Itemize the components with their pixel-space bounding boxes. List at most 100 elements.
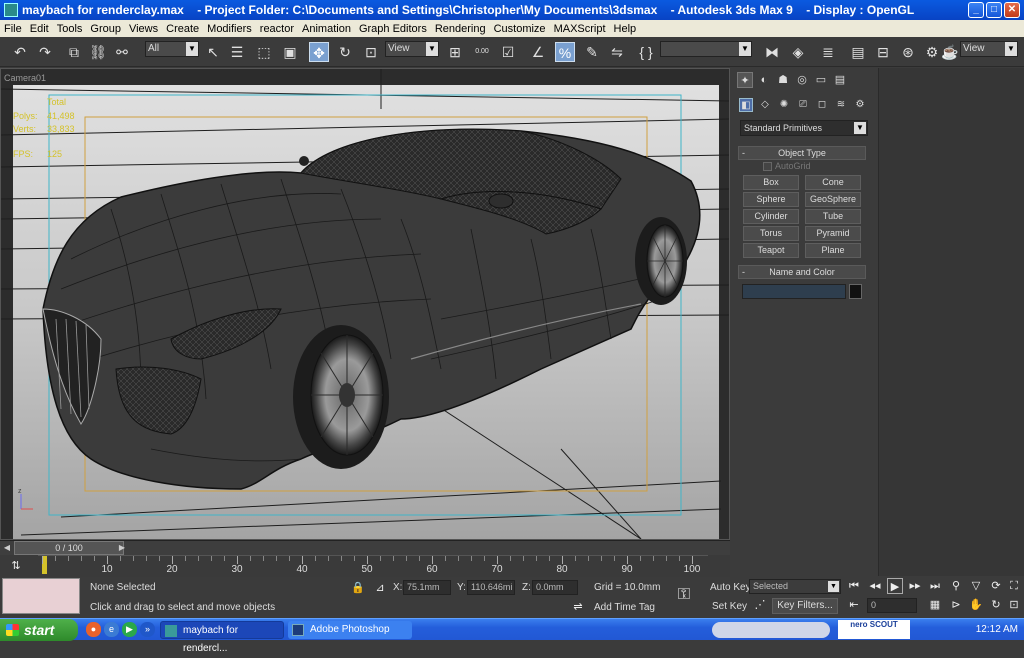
region-icon[interactable]: ⬚ [254,42,274,62]
render-icon[interactable]: ☕ [940,42,960,62]
menu-group[interactable]: Group [86,23,125,35]
show-desktop-icon[interactable]: » [140,622,155,637]
link-icon[interactable]: ⧉ [64,42,84,62]
render-setup-icon[interactable]: ⚙ [922,42,942,62]
taskbar-task-3dsmax[interactable]: maybach for rendercl... [160,621,284,654]
auto-key-button[interactable]: Auto Key [710,581,751,595]
scale-icon[interactable]: ⊡ [361,42,381,62]
menu-modifiers[interactable]: Modifiers [203,23,256,35]
selection-filter[interactable]: All ▼ [145,41,199,57]
spinner-snap-icon[interactable]: 0.00 [472,42,492,62]
go-to-end-icon[interactable]: ⏭ [927,578,943,594]
mirror-icon[interactable]: ⇋ [607,42,627,62]
create-tab-icon[interactable]: ✦ [737,72,753,88]
align-icon[interactable]: { } [636,42,656,62]
min-max-toggle-icon[interactable]: ⊡ [1006,597,1022,613]
next-frame-arrow-icon[interactable]: ▶ [116,541,128,555]
menu-customize[interactable]: Customize [490,23,550,35]
key-icon[interactable]: ⚿ [676,587,692,603]
maximize-button[interactable]: □ [986,2,1002,18]
key-mode-toggle-icon[interactable]: ⇤ [846,597,862,613]
track-bar[interactable]: ⇅ 10 20 30 40 50 60 70 80 90 100 [0,555,730,577]
angle-snap-icon[interactable]: ∠ [528,42,548,62]
cylinder-button[interactable]: Cylinder [743,209,799,224]
go-to-start-icon[interactable]: ⏮ [846,578,862,594]
arc-rotate-icon[interactable]: ↻ [988,597,1004,613]
align-tool-icon[interactable]: ◈ [788,42,808,62]
box-button[interactable]: Box [743,175,799,190]
media-player-icon[interactable]: ▶ [122,622,137,637]
torus-button[interactable]: Torus [743,226,799,241]
media-bar[interactable] [712,622,830,638]
modify-tab-icon[interactable]: ◐ [756,72,772,88]
rotate-icon[interactable]: ↻ [335,42,355,62]
taskbar-task-photoshop[interactable]: Adobe Photoshop [288,621,412,639]
systems-icon[interactable]: ⚙ [853,98,867,112]
menu-tools[interactable]: Tools [53,23,87,35]
current-frame-input[interactable]: 0 [867,598,917,613]
percent-snap-icon[interactable]: % [555,42,575,62]
name-and-color-rollout[interactable]: - Name and Color [738,265,866,279]
pivot-icon[interactable]: ⊞ [445,42,465,62]
maximize-viewport-icon[interactable]: ⛶ [1006,578,1022,594]
tube-button[interactable]: Tube [805,209,861,224]
time-tag-icon[interactable]: ⇌ [570,599,586,615]
lights-icon[interactable]: ✺ [777,98,791,112]
play-icon[interactable]: ▶ [887,578,903,594]
shapes-icon[interactable]: ◇ [758,98,772,112]
absolute-mode-icon[interactable]: ⊿ [372,580,388,596]
internet-explorer-icon[interactable]: e [104,622,119,637]
redo-icon[interactable]: ↷ [35,42,55,62]
category-dropdown[interactable]: Standard Primitives ▼ [740,120,868,136]
reference-coordinate-dropdown[interactable]: View ▼ [385,41,439,57]
layer-icon[interactable]: ≣ [818,42,838,62]
prev-frame-arrow-icon[interactable]: ◀ [1,541,13,555]
camera-viewport[interactable]: z Camera01 Total Polys: 41,498 Verts: 33… [0,68,730,540]
cameras-icon[interactable]: ⎚ [796,98,810,112]
object-name-input[interactable] [742,284,846,299]
teapot-button[interactable]: Teapot [743,243,799,258]
menu-edit[interactable]: Edit [26,23,53,35]
material-icon[interactable]: ⊛ [898,42,918,62]
object-color-swatch[interactable] [849,284,862,299]
start-button[interactable]: start [0,619,78,641]
curve-icon[interactable]: ▤ [848,42,868,62]
window-icon[interactable]: ▣ [280,42,300,62]
menu-views[interactable]: Views [125,23,162,35]
autogrid-option[interactable]: AutoGrid [763,161,811,171]
nero-scout-logo[interactable]: nero SCOUT [838,620,910,639]
menu-animation[interactable]: Animation [298,23,355,35]
add-time-tag-button[interactable]: Add Time Tag [594,601,655,615]
motion-tab-icon[interactable]: ◎ [794,72,810,88]
viewport-label[interactable]: Camera01 [4,73,46,83]
schematic-icon[interactable]: ⊟ [873,42,893,62]
menu-maxscript[interactable]: MAXScript [550,23,610,35]
spacewarps-icon[interactable]: ≋ [834,98,848,112]
field-of-view-icon[interactable]: ⊳ [948,597,964,613]
menu-reactor[interactable]: reactor [256,23,298,35]
time-slider-knob[interactable]: 0 / 100 [14,541,124,555]
menu-rendering[interactable]: Rendering [431,23,490,35]
geosphere-button[interactable]: GeoSphere [805,192,861,207]
select-name-icon[interactable]: ☰ [227,42,247,62]
unlink-icon[interactable]: ⛓ [88,42,108,62]
open-mini-curve-editor-icon[interactable]: ⇅ [8,558,24,574]
object-type-rollout[interactable]: - Object Type [738,146,866,160]
close-button[interactable]: ✕ [1004,2,1020,18]
set-key-mode-icon[interactable]: ⋰ [752,597,768,613]
undo-icon[interactable]: ↶ [10,42,30,62]
track-bar-ticks[interactable]: 10 20 30 40 50 60 70 80 90 100 [38,555,708,577]
plane-button[interactable]: Plane [805,243,861,258]
next-frame-icon[interactable]: ▸▸ [907,578,923,594]
pan-icon[interactable]: ✋ [968,597,984,613]
snap-icon[interactable]: ☑ [498,42,518,62]
zoom-all-icon[interactable]: ▽ [968,578,984,594]
z-coordinate-input[interactable]: 0.0mm [532,580,578,595]
y-coordinate-input[interactable]: 110.646mi [467,580,515,595]
pyramid-button[interactable]: Pyramid [805,226,861,241]
menu-create[interactable]: Create [162,23,203,35]
render-view-dropdown[interactable]: View ▼ [960,41,1018,57]
utilities-tab-icon[interactable]: ▤ [832,72,848,88]
menu-file[interactable]: File [0,23,26,35]
helpers-icon[interactable]: ◻ [815,98,829,112]
